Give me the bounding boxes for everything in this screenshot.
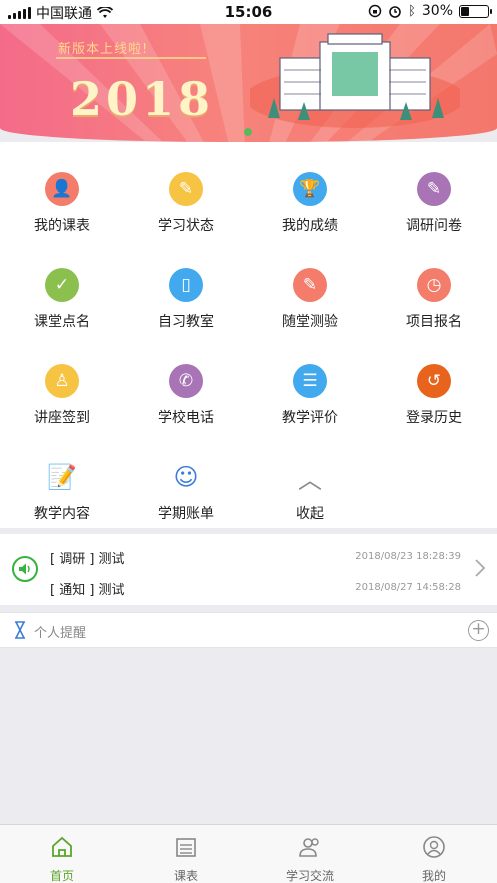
carousel-indicator[interactable] — [244, 128, 252, 136]
grid-item[interactable]: ✓ 课堂点名 — [0, 248, 124, 344]
grid-item-label: 我的成绩 — [282, 218, 338, 234]
grid-item-label: 收起 — [296, 506, 324, 522]
grid-item-label: 学习状态 — [158, 218, 214, 234]
notice-panel[interactable]: [ 调研 ] 测试 2018/08/23 18:28:39 [ 通知 ] 测试 … — [0, 534, 497, 605]
banner-slogan: 新版本上线啦! — [58, 42, 149, 57]
grid-item[interactable]: 🏆 我的成绩 — [248, 152, 372, 248]
bottom-tab-bar: 首页 课表 学习交流 我的 — [0, 824, 497, 883]
profile-icon — [423, 836, 445, 858]
notice-time-survey: 2018/08/23 18:28:39 — [355, 551, 461, 562]
status-right: ᛒ 30% — [368, 3, 492, 19]
door-icon: ▯ — [169, 268, 203, 302]
grid-item[interactable]: ♙ 讲座签到 — [0, 344, 124, 440]
tab-study-exchange[interactable]: 学习交流 — [248, 825, 372, 883]
tab-home-label: 首页 — [49, 869, 74, 883]
schedule-icon — [176, 838, 196, 857]
grid-item-label: 项目报名 — [406, 314, 462, 330]
personal-reminder-bar: 个人提醒 + — [0, 612, 497, 648]
notepad-icon: 📝 — [47, 463, 77, 491]
app-screen: 中国联通 15:06 ᛒ 30% 新版本上线啦! 2018 👤 我的课表 ✎ 学… — [0, 0, 497, 883]
trophy-icon: 🏆 — [293, 172, 327, 206]
grid-item[interactable]: ☰ 教学评价 — [248, 344, 372, 440]
home-icon — [52, 836, 72, 857]
rotation-lock-icon — [368, 4, 382, 18]
grid-item[interactable]: ✎ 学习状态 — [124, 152, 248, 248]
tab-profile[interactable]: 我的 — [372, 825, 496, 883]
grid-item-label: 随堂测验 — [282, 314, 338, 330]
grid-item[interactable]: ✎ 调研问卷 — [372, 152, 496, 248]
podium-icon: ♙ — [45, 364, 79, 398]
campus-building-illustration — [250, 33, 460, 128]
tab-home[interactable]: 首页 — [0, 825, 124, 883]
grid-item[interactable]: ▯ 自习教室 — [124, 248, 248, 344]
battery-label: 30% — [421, 3, 453, 19]
grid-item[interactable]: ✆ 学校电话 — [124, 344, 248, 440]
history-icon: ↺ — [417, 364, 451, 398]
status-bar: 中国联通 15:06 ᛒ 30% — [0, 0, 497, 24]
tab-study-exchange-label: 学习交流 — [285, 869, 334, 883]
people-icon — [299, 838, 319, 857]
grid-item[interactable]: ◷ 项目报名 — [372, 248, 496, 344]
grid-item[interactable]: 📝 教学内容 — [0, 440, 124, 536]
grid-item[interactable]: ↺ 登录历史 — [372, 344, 496, 440]
grid-item-label: 自习教室 — [158, 314, 214, 330]
bill-icon: ☺ — [173, 463, 199, 491]
pencil-icon: ✎ — [169, 172, 203, 206]
grid-item-label: 我的课表 — [34, 218, 90, 234]
grid-item-label: 教学评价 — [282, 410, 338, 426]
grid-item[interactable]: ✎ 随堂测验 — [248, 248, 372, 344]
roll-call-icon: ✓ — [45, 268, 79, 302]
grid-item-label: 调研问卷 — [406, 218, 462, 234]
add-reminder-button[interactable]: + — [468, 620, 489, 641]
banner-year: 2018 — [70, 72, 215, 126]
hourglass-icon — [15, 621, 25, 639]
speaker-icon — [12, 556, 38, 582]
user-schedule-icon: 👤 — [45, 172, 79, 206]
notice-item-announcement[interactable]: [ 通知 ] 测试 — [50, 579, 125, 598]
grid-item[interactable]: ︿ 收起 — [248, 440, 372, 536]
questionnaire-icon: ✎ — [417, 172, 451, 206]
grid-item-label: 讲座签到 — [34, 410, 90, 426]
notice-time-announcement: 2018/08/27 14:58:28 — [355, 582, 461, 593]
clock-icon: ◷ — [417, 268, 451, 302]
grid-item-label: 学校电话 — [158, 410, 214, 426]
quiz-icon: ✎ — [293, 268, 327, 302]
battery-level — [461, 6, 469, 16]
reminder-label: 个人提醒 — [34, 626, 87, 641]
slogan-underline — [56, 57, 206, 59]
phone-icon: ✆ — [169, 364, 203, 398]
bluetooth-icon: ᛒ — [408, 3, 416, 19]
chevron-up-icon: ︿ — [298, 465, 322, 494]
tab-schedule[interactable]: 课表 — [124, 825, 248, 883]
battery-icon — [459, 4, 492, 18]
grid-item-label: 学期账单 — [158, 506, 214, 522]
grid-item-label: 教学内容 — [34, 506, 90, 522]
alarm-icon — [389, 6, 401, 18]
grid-item[interactable]: ☺ 学期账单 — [124, 440, 248, 536]
chevron-right-icon[interactable] — [473, 558, 487, 578]
promo-banner[interactable]: 新版本上线啦! 2018 — [0, 24, 497, 142]
notice-item-survey[interactable]: [ 调研 ] 测试 — [50, 548, 125, 567]
tab-profile-label: 我的 — [421, 869, 446, 883]
tab-schedule-label: 课表 — [173, 869, 198, 883]
grid-item[interactable]: 👤 我的课表 — [0, 152, 124, 248]
grid-item-label: 课堂点名 — [34, 314, 90, 330]
list-icon: ☰ — [293, 364, 327, 398]
grid-item-label: 登录历史 — [406, 410, 462, 426]
feature-grid: 👤 我的课表 ✎ 学习状态 🏆 我的成绩 ✎ 调研问卷 ✓ 课堂点名 ▯ 自习教室 ✎ 随堂测验 ◷ 项目报名… — [0, 142, 497, 528]
